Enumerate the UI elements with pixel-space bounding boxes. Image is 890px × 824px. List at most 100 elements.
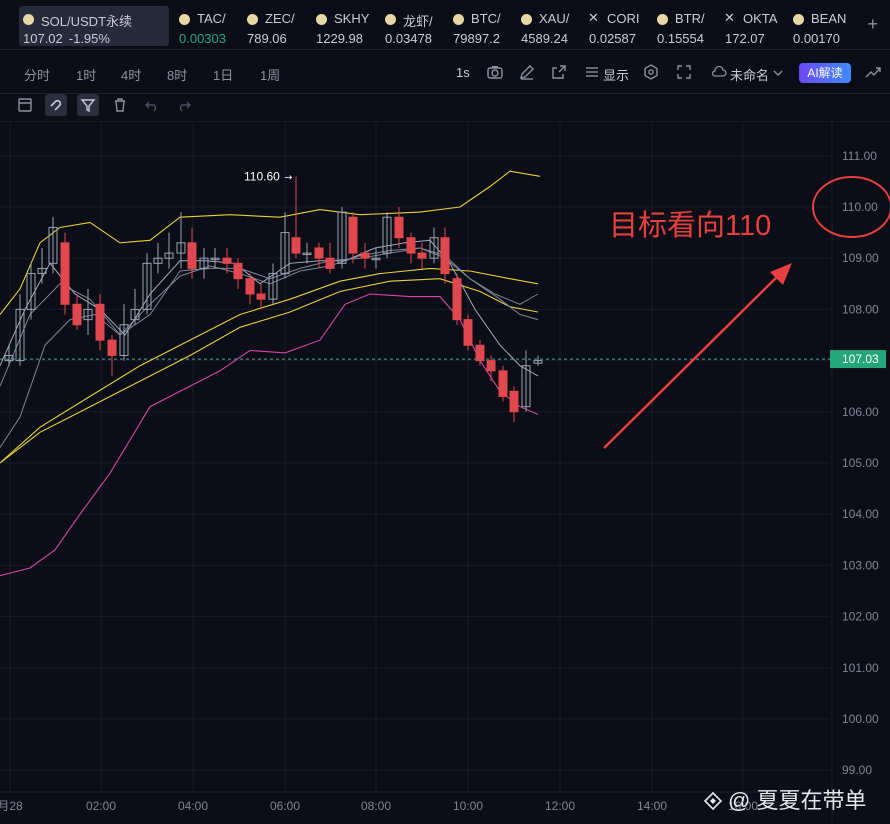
price-tick-label: 106.00 <box>842 405 879 419</box>
share-icon[interactable] <box>550 63 568 81</box>
price-tick-label: 104.00 <box>842 507 879 521</box>
time-axis: 月28 02:00 04:00 06:00 08:00 10:00 12:00 14:00 16… <box>0 799 758 813</box>
ticker-price: 107.02 -1.95% <box>23 31 110 46</box>
timeframe-8h[interactable]: 8时 <box>167 65 187 84</box>
ticker-bar: + SOL/USDT永续 107.02 -1.95% TAC/0.00303 ZEC/7… <box>0 0 890 50</box>
candle-body <box>107 339 117 356</box>
candle <box>417 242 427 269</box>
list-icon[interactable] <box>583 63 601 81</box>
candle-body <box>360 252 370 259</box>
candle-body <box>95 303 105 341</box>
timeframe-1h[interactable]: 1时 <box>76 65 96 84</box>
coin-icon <box>453 14 464 25</box>
candle <box>325 242 335 274</box>
magnet-icon[interactable] <box>45 94 67 116</box>
layout-icon[interactable] <box>14 94 36 116</box>
ticker-price-value: 0.00303 <box>179 31 226 46</box>
candle-body <box>452 278 462 321</box>
timeframe-1w[interactable]: 1周 <box>260 65 280 84</box>
candle <box>60 232 70 315</box>
candle <box>153 242 163 274</box>
redo-icon[interactable] <box>173 94 195 116</box>
undo-icon[interactable] <box>141 94 163 116</box>
layout-name-dropdown[interactable]: 未命名 <box>730 65 769 84</box>
candle <box>107 335 117 376</box>
ticker-item[interactable]: ZEC/789.06 <box>243 6 303 46</box>
ai-interpret-button[interactable]: AI解读 <box>799 63 851 83</box>
time-tick-label: 月28 <box>0 799 23 813</box>
candle <box>15 294 25 366</box>
time-tick-label: 06:00 <box>270 799 300 813</box>
ticker-name: ZEC/ <box>265 11 295 26</box>
candle <box>291 176 301 259</box>
ticker-item[interactable]: BTC/79897.2 <box>449 6 513 46</box>
candle <box>509 386 519 423</box>
candle-body <box>463 319 473 346</box>
ticker-item[interactable]: SOL/USDT永续 107.02 -1.95% <box>19 6 169 46</box>
ticker-item[interactable]: ✕ CORI 0.02587 <box>585 6 649 46</box>
timeframe-1d[interactable]: 1日 <box>213 65 233 84</box>
ticker-name: SOL/USDT永续 <box>41 14 133 29</box>
filter-icon[interactable] <box>77 94 99 116</box>
ticker-price: 0.00170 <box>793 31 840 46</box>
timeframe-4h[interactable]: 4时 <box>121 65 141 84</box>
candle-body <box>222 257 232 264</box>
settings-icon[interactable] <box>642 63 660 81</box>
candle-body <box>72 303 82 326</box>
add-ticker-button[interactable]: + <box>867 14 878 35</box>
target-annotation: 目标看向110 <box>609 210 772 242</box>
high-price-label: 110.60 <box>244 169 280 183</box>
candle-body <box>475 344 485 362</box>
chevron-down-icon[interactable] <box>769 64 787 82</box>
ticker-item[interactable]: XAU/4589.24 <box>517 6 581 46</box>
candle-body <box>394 216 404 239</box>
price-tick-label: 110.00 <box>842 200 878 214</box>
ticker-item[interactable]: BEAN 0.00170 <box>789 6 853 46</box>
coin-icon <box>247 14 258 25</box>
fullscreen-icon[interactable] <box>675 63 693 81</box>
candle-body <box>417 252 427 259</box>
price-tick-label: 105.00 <box>842 456 879 470</box>
candle <box>521 350 531 412</box>
candle-body <box>440 237 450 275</box>
display-button[interactable]: 显示 <box>603 65 629 84</box>
candle <box>406 232 416 264</box>
ticker-item[interactable]: ✕ OKTA 172.07 <box>721 6 785 46</box>
diamond-logo-icon <box>704 792 722 810</box>
ticker-price: 789.06 <box>247 31 287 46</box>
arrow-drawing-line <box>603 271 783 449</box>
price-tick-label: 111.00 <box>842 149 877 163</box>
candle <box>4 345 14 366</box>
candle-body <box>256 293 266 300</box>
ticker-item[interactable]: TAC/0.00303 <box>175 6 235 46</box>
timeframe-tick[interactable]: 分时 <box>24 65 50 84</box>
ticker-item[interactable]: SKHY 1229.98 <box>312 6 376 46</box>
ticker-item[interactable]: BTR/0.15554 <box>653 6 717 46</box>
coin-icon <box>385 14 396 25</box>
ticker-price-value: 0.02587 <box>589 31 636 46</box>
ticker-change: -1.95% <box>68 31 110 46</box>
ticker-item[interactable]: 龙虾/0.03478 <box>381 6 445 46</box>
watermark: @ 夏夏在带单 <box>704 783 866 815</box>
ticker-item[interactable] <box>0 6 4 46</box>
coin-icon <box>23 14 34 25</box>
trend-chart-icon[interactable] <box>864 63 882 81</box>
ticker-price: 0.15554 <box>657 31 704 46</box>
trash-icon[interactable] <box>109 94 131 116</box>
ticker-name: TAC/ <box>197 11 226 26</box>
x-icon: ✕ <box>724 10 735 25</box>
ticker-name: OKTA <box>743 11 778 26</box>
watermark-text: @ 夏夏在带单 <box>728 788 867 813</box>
ticker-name: SKHY <box>334 11 370 26</box>
coin-icon <box>657 14 668 25</box>
candle <box>440 227 450 284</box>
camera-icon[interactable] <box>486 63 504 81</box>
time-tick-label: 02:00 <box>86 799 116 813</box>
price-tick-label: 99.00 <box>842 763 872 777</box>
interval-selector[interactable]: 1s <box>456 65 470 80</box>
candle-body <box>348 216 358 254</box>
ticker-price-value: 789.06 <box>247 31 287 46</box>
ticker-name: BEAN <box>811 11 847 26</box>
chart-toolbar: 分时 1时 4时 8时 1日 1周 1s 显示 未命名 AI解读 <box>0 50 890 94</box>
pencil-icon[interactable] <box>518 63 536 81</box>
